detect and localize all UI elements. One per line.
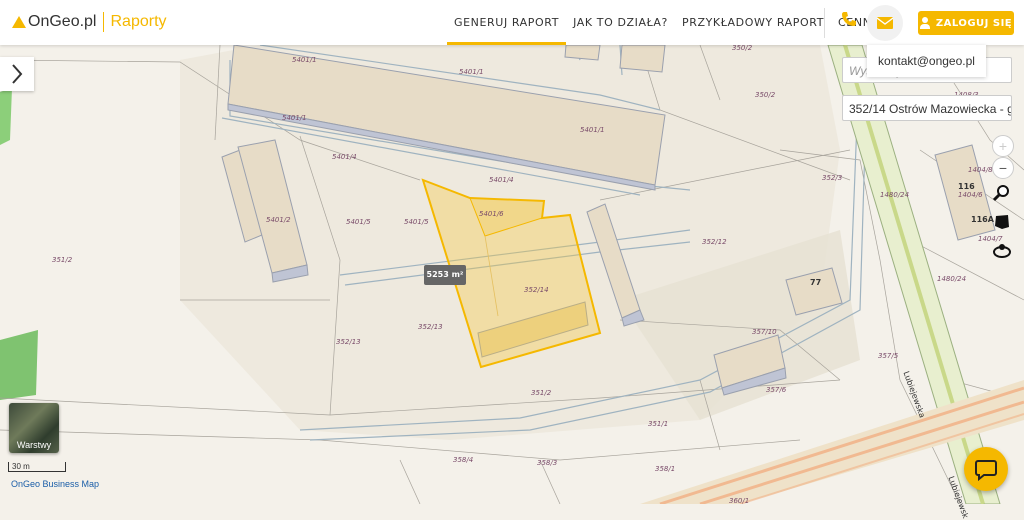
parcel-number-label: 5401/4 bbox=[489, 176, 514, 184]
mail-icon bbox=[877, 17, 893, 29]
zoom-in-icon: + bbox=[998, 138, 1008, 154]
layers-shape-button[interactable] bbox=[992, 212, 1012, 232]
chevron-right-icon bbox=[12, 64, 23, 84]
brand-name: OnGeo.pl bbox=[28, 13, 97, 30]
parcel-number-label: 352/13 bbox=[336, 338, 361, 346]
parcel-number-label: 358/4 bbox=[453, 456, 474, 464]
chat-icon bbox=[975, 460, 997, 481]
parcel-number-label: 5401/1 bbox=[459, 68, 484, 76]
logo-separator bbox=[103, 12, 105, 32]
layers-label: Warstwy bbox=[16, 440, 52, 450]
map-attribution[interactable]: OnGeo Business Map bbox=[11, 479, 99, 489]
zoom-out-button[interactable]: − bbox=[992, 157, 1014, 179]
zoom-in-button[interactable]: + bbox=[992, 135, 1014, 157]
parcel-number-label: 350/2 bbox=[755, 91, 776, 99]
side-panel-toggle[interactable] bbox=[0, 57, 34, 91]
parcel-number-label: 357/5 bbox=[878, 352, 899, 360]
street-view-button[interactable] bbox=[992, 241, 1012, 261]
selected-parcel-field[interactable]: 352/14 Ostrów Mazowiecka - gr bbox=[842, 95, 1012, 121]
parcel-number-label: 5401/2 bbox=[266, 216, 291, 224]
building-number-label: 77 bbox=[810, 278, 822, 287]
map-scale: 30 m bbox=[8, 462, 66, 472]
parcel-number-label: 1480/24 bbox=[937, 275, 967, 283]
building-number-label: 116A bbox=[971, 215, 994, 224]
parcel-number-label: 5401/1 bbox=[282, 114, 307, 122]
parcel-number-label: 5401/5 bbox=[404, 218, 429, 226]
chat-button[interactable] bbox=[964, 447, 1008, 491]
parcel-number-label: 352/3 bbox=[822, 174, 843, 182]
parcel-number-label: 5401/5 bbox=[346, 218, 371, 226]
parcel-number-label: 351/1 bbox=[648, 420, 669, 428]
brand-logo[interactable]: OnGeo.pl Raporty bbox=[12, 12, 167, 32]
phone-icon[interactable] bbox=[838, 11, 860, 33]
layers-shape-icon bbox=[995, 215, 1009, 229]
parcel-number-label: 5401/1 bbox=[580, 126, 605, 134]
search-location-icon bbox=[993, 185, 1009, 202]
login-button[interactable]: ZALOGUJ SIĘ bbox=[918, 11, 1014, 35]
parcel-number-label: 5401/1 bbox=[292, 56, 317, 64]
nav-how-it-works[interactable]: JAK TO DZIAŁA? bbox=[566, 0, 675, 45]
nav-divider bbox=[824, 8, 825, 38]
parcel-number-label: 350/2 bbox=[732, 44, 753, 52]
parcel-number-label: 357/6 bbox=[766, 386, 787, 394]
parcel-number-label: 351/2 bbox=[52, 256, 73, 264]
parcel-number-label: 1404/6 bbox=[958, 191, 983, 199]
parcel-number-label: 5401/4 bbox=[332, 153, 357, 161]
parcel-number-label: 358/3 bbox=[537, 459, 558, 467]
parcel-number-label: 357/10 bbox=[752, 328, 777, 336]
login-label: ZALOGUJ SIĘ bbox=[935, 17, 1013, 29]
top-navigation-bar: OnGeo.pl Raporty GENERUJ RAPORT JAK TO D… bbox=[0, 0, 1024, 45]
logo-mark-icon bbox=[12, 16, 26, 28]
parcel-number-label: 352/12 bbox=[702, 238, 727, 246]
brand-subtitle: Raporty bbox=[110, 13, 167, 30]
parcel-number-label: 358/1 bbox=[655, 465, 676, 473]
nav-generate-report[interactable]: GENERUJ RAPORT bbox=[447, 0, 567, 45]
nav-sample-report[interactable]: PRZYKŁADOWY RAPORT bbox=[675, 0, 831, 45]
zoom-out-icon: − bbox=[998, 160, 1008, 176]
layers-switcher[interactable]: Warstwy bbox=[9, 403, 59, 453]
parcel-number-label: 352/14 bbox=[524, 286, 549, 294]
search-location-button[interactable] bbox=[992, 183, 1012, 203]
parcel-number-label: 351/2 bbox=[531, 389, 552, 397]
parcel-number-label: 1404/8 bbox=[968, 166, 993, 174]
parcel-number-label: 1480/24 bbox=[880, 191, 910, 199]
user-icon bbox=[919, 17, 930, 29]
contact-email-popup[interactable]: kontakt@ongeo.pl bbox=[867, 45, 986, 77]
parcel-number-label: 352/13 bbox=[418, 323, 443, 331]
street-view-icon bbox=[993, 244, 1011, 258]
building-number-label: 116 bbox=[958, 182, 975, 191]
mail-button[interactable] bbox=[867, 5, 903, 41]
parcel-number-label: 5401/6 bbox=[479, 210, 504, 218]
area-badge: 5253 m² bbox=[424, 265, 466, 285]
